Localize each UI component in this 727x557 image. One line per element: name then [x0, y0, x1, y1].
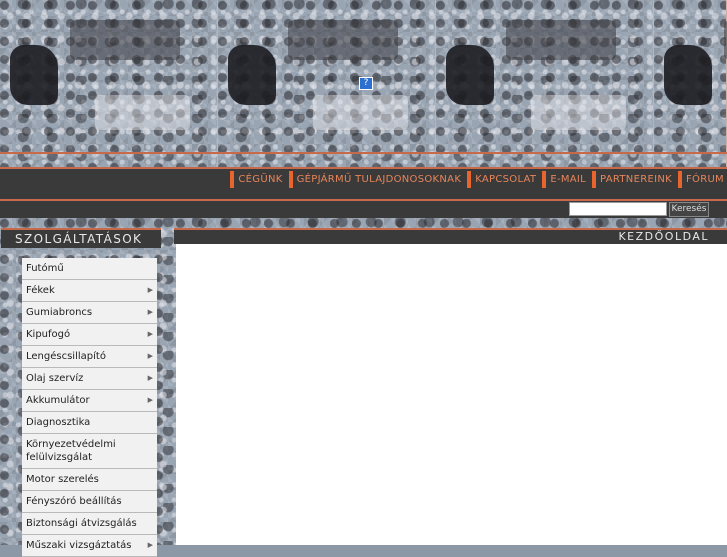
menu-item-label: Környezetvédelmi felülvizsgálat [26, 439, 116, 463]
menu-item-gumiabroncs[interactable]: Gumiabroncs ▶ [22, 302, 157, 324]
menu-item-label: Fékek [26, 285, 55, 296]
menu-item-label: Diagnosztika [26, 417, 91, 428]
menu-item-diagnosztika[interactable]: Diagnosztika [22, 412, 157, 434]
banner-image-tile [218, 0, 436, 167]
menu-item-label: Futómű [26, 263, 64, 274]
banner-image-tile [0, 0, 218, 167]
submenu-arrow-icon: ▶ [147, 374, 153, 382]
main-content [176, 244, 727, 545]
sidebar: SZOLGÁLTATÁSOK Futómű Fékek ▶ Gumiabroncs… [0, 228, 162, 557]
menu-item-label: Motor szerelés [26, 474, 99, 485]
menu-item-label: Kipufogó [26, 329, 71, 340]
header-banner: ? [0, 0, 727, 167]
menu-item-akkumulator[interactable]: Akkumulátor ▶ [22, 390, 157, 412]
sidebar-title: SZOLGÁLTATÁSOK [1, 228, 161, 248]
menu-item-label: Olaj szervíz [26, 373, 84, 384]
submenu-arrow-icon: ▶ [147, 330, 153, 338]
nav-link-forum[interactable]: FÓRUM [677, 171, 727, 188]
menu-item-kornyezetvedelmi-felulvizsgalat[interactable]: Környezetvédelmi felülvizsgálat [22, 434, 157, 469]
menu-item-label: Lengéscsillapító [26, 351, 106, 362]
submenu-arrow-icon: ▶ [147, 396, 153, 404]
submenu-arrow-icon: ▶ [147, 541, 153, 549]
search-bar: Keresés [0, 199, 727, 218]
menu-item-futomu[interactable]: Futómű [22, 258, 157, 280]
menu-item-fekek[interactable]: Fékek ▶ [22, 280, 157, 302]
submenu-arrow-icon: ▶ [147, 352, 153, 360]
banner-image-tile [436, 0, 654, 167]
help-icon[interactable]: ? [359, 77, 373, 90]
banner-image-tile [654, 0, 727, 167]
menu-item-motor-szereles[interactable]: Motor szerelés [22, 469, 157, 491]
services-menu: Futómű Fékek ▶ Gumiabroncs ▶ Kipufogó ▶ Len… [22, 258, 157, 557]
top-nav-bar: CÉGÜNK GÉPJÁRMŰ TULAJDONOSOKNAK KAPCSOLA… [0, 167, 727, 201]
nav-link-email[interactable]: E-MAIL [542, 171, 589, 188]
menu-item-kipufogo[interactable]: Kipufogó ▶ [22, 324, 157, 346]
menu-item-label: Akkumulátor [26, 395, 90, 406]
nav-link-cegunk[interactable]: CÉGÜNK [230, 171, 285, 188]
menu-item-biztonsagi-atvizsgalas[interactable]: Biztonsági átvizsgálás [22, 513, 157, 535]
page-title: KEZDŐOLDAL [174, 228, 727, 244]
search-button[interactable]: Keresés [669, 202, 709, 217]
menu-item-label: Biztonsági átvizsgálás [26, 518, 137, 529]
submenu-arrow-icon: ▶ [147, 308, 153, 316]
menu-item-label: Fényszóró beállítás [26, 496, 122, 507]
menu-item-olaj-szerviz[interactable]: Olaj szervíz ▶ [22, 368, 157, 390]
menu-item-label: Gumiabroncs [26, 307, 93, 318]
nav-link-kapcsolat[interactable]: KAPCSOLAT [467, 171, 539, 188]
menu-item-lengescsillapito[interactable]: Lengéscsillapító ▶ [22, 346, 157, 368]
top-nav: CÉGÜNK GÉPJÁRMŰ TULAJDONOSOKNAK KAPCSOLA… [227, 171, 727, 188]
search-input[interactable] [569, 202, 667, 216]
banner-divider [0, 152, 727, 154]
nav-link-gepjarmu-tulajdonosoknak[interactable]: GÉPJÁRMŰ TULAJDONOSOKNAK [288, 171, 465, 188]
submenu-arrow-icon: ▶ [147, 286, 153, 294]
nav-link-partnereink[interactable]: PARTNEREINK [592, 171, 675, 188]
menu-item-fenyszoro-beallitas[interactable]: Fényszóró beállítás [22, 491, 157, 513]
menu-item-muszaki-vizsgaztatas[interactable]: Műszaki vizsgáztatás ▶ [22, 535, 157, 557]
menu-item-label: Műszaki vizsgáztatás [26, 540, 132, 551]
